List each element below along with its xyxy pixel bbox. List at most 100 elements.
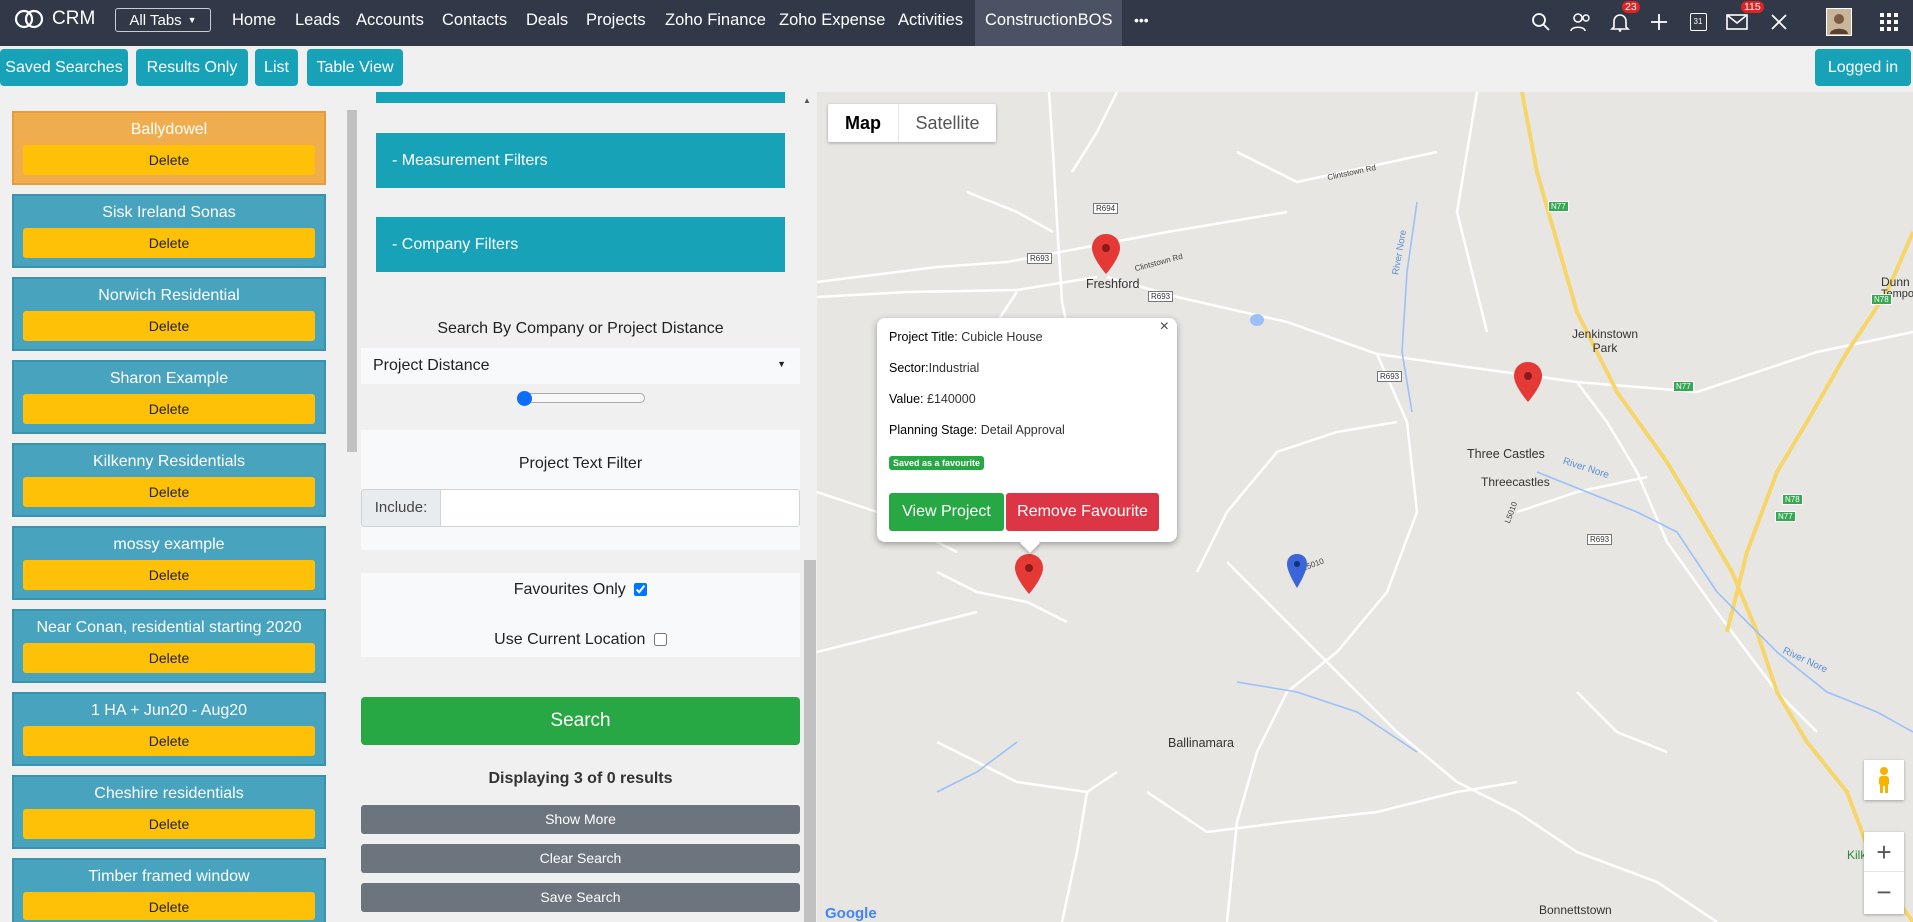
saved-search-item[interactable]: Ballydowel Delete [12,111,326,185]
nav-leads[interactable]: Leads [295,0,340,46]
nav-deals[interactable]: Deals [526,0,568,46]
save-search-button[interactable]: Save Search [361,883,800,912]
plus-icon[interactable] [1647,10,1671,34]
saved-search-name: Timber framed window [88,868,250,885]
saved-search-item[interactable]: Cheshire residentials Delete [12,775,326,849]
delete-button[interactable]: Delete [23,643,315,673]
search-icon[interactable] [1529,10,1553,34]
clear-search-button[interactable]: Clear Search [361,844,800,873]
delete-button[interactable]: Delete [23,145,315,175]
distance-slider-thumb[interactable] [517,391,532,406]
delete-button[interactable]: Delete [23,311,315,341]
delete-button[interactable]: Delete [23,228,315,258]
all-tabs-dropdown[interactable]: All Tabs ▼ [115,8,211,32]
nav-contacts[interactable]: Contacts [442,0,507,46]
saved-search-item[interactable]: Norwich Residential Delete [12,277,326,351]
calendar-icon[interactable]: 31 [1686,10,1710,34]
nav-accounts[interactable]: Accounts [356,0,424,46]
saved-list-scrollbar[interactable] [347,110,357,452]
crm-logo[interactable]: CRM [14,8,95,30]
saved-search-item[interactable]: Near Conan, residential starting 2020 De… [12,609,326,683]
mail-badge: 115 [1741,1,1764,13]
logged-in-button[interactable]: Logged in [1815,49,1911,86]
notifications-badge: 23 [1622,1,1640,13]
map-tab[interactable]: Map [828,104,898,142]
popup-title-value: Cubicle House [961,330,1043,344]
location-row: Use Current Location [361,631,800,649]
view-project-button[interactable]: View Project [889,493,1004,531]
user-avatar[interactable] [1826,8,1852,36]
filter-band-top[interactable] [376,92,785,103]
nav-home[interactable]: Home [232,0,276,46]
results-only-button[interactable]: Results Only [136,49,248,86]
pegman-icon [1879,767,1889,793]
saved-search-item[interactable]: Sharon Example Delete [12,360,326,434]
distance-heading: Search By Company or Project Distance [437,320,724,337]
saved-search-item[interactable]: Kilkenny Residentials Delete [12,443,326,517]
saved-search-item[interactable]: Sisk Ireland Sonas Delete [12,194,326,268]
brand-name: CRM [52,8,96,29]
nav-zoho-finance[interactable]: Zoho Finance [665,0,766,46]
nav-more[interactable]: ••• [1134,0,1149,46]
delete-button[interactable]: Delete [23,477,315,507]
map-marker-red[interactable] [1514,362,1542,402]
saved-searches-button[interactable]: Saved Searches [0,49,128,86]
popup-value-row: Value: £140000 [889,392,976,406]
popup-title-label: Project Title: [889,330,958,344]
tools-icon[interactable] [1767,10,1791,34]
saved-search-name: Ballydowel [130,121,208,138]
zoom-out-button[interactable]: − [1864,872,1904,912]
show-more-button[interactable]: Show More [361,805,800,834]
project-info-popup: × Project Title: Cubicle House Sector:In… [877,318,1177,553]
measurement-filters-toggle[interactable]: - Measurement Filters [376,133,785,188]
app-grid-icon[interactable] [1877,10,1901,34]
street-view-pegman[interactable] [1864,760,1904,800]
contacts-icon[interactable] [1569,10,1593,34]
distance-select[interactable]: Project Distance ▼ [361,348,800,384]
road-label: R694 [1093,203,1119,214]
saved-search-item[interactable]: Timber framed window Delete [12,858,326,922]
popup-stage-value: Detail Approval [980,423,1065,437]
favourites-only-checkbox[interactable] [634,583,648,597]
remove-favourite-button[interactable]: Remove Favourite [1006,493,1159,531]
delete-button[interactable]: Delete [23,726,315,756]
popup-close-button[interactable]: × [1160,318,1169,336]
saved-search-name: Sisk Ireland Sonas [102,204,236,221]
map-marker-red[interactable] [1092,234,1120,274]
map-marker-blue[interactable] [1287,554,1307,588]
saved-search-item[interactable]: 1 HA + Jun20 - Aug20 Delete [12,692,326,766]
satellite-tab[interactable]: Satellite [898,104,996,142]
delete-button[interactable]: Delete [23,560,315,590]
zoom-in-button[interactable]: + [1864,832,1904,872]
nav-zoho-expense[interactable]: Zoho Expense [779,0,885,46]
filter-scrollbar[interactable] [804,560,816,922]
include-input[interactable] [440,489,800,527]
search-button[interactable]: Search [361,697,800,745]
list-button[interactable]: List [255,49,298,86]
nav-constructionbos[interactable]: ConstructionBOS [975,0,1123,46]
crm-logo-icon [14,9,44,29]
mail-icon[interactable]: 115 [1725,1,1764,34]
nav-projects[interactable]: Projects [586,0,646,46]
favourites-row: Favourites Only [361,581,800,599]
popup-stage-label: Planning Stage: [889,423,978,437]
place-label-bonnettstown: Bonnettstown [1539,903,1612,917]
delete-button[interactable]: Delete [23,809,315,839]
use-location-checkbox[interactable] [653,633,667,647]
delete-button[interactable]: Delete [23,892,315,920]
scroll-up-arrow-icon[interactable]: ▲ [803,96,811,105]
table-view-button[interactable]: Table View [307,49,403,86]
saved-search-name: Norwich Residential [98,287,240,304]
bell-icon[interactable]: 23 [1608,1,1640,34]
distance-slider[interactable] [517,393,645,403]
delete-button[interactable]: Delete [23,394,315,424]
saved-search-name: Cheshire residentials [94,785,244,802]
road-label: N78 [1782,494,1803,505]
saved-search-name: Kilkenny Residentials [92,453,246,470]
map-marker-red[interactable] [1015,554,1043,594]
nav-activities[interactable]: Activities [898,0,963,46]
company-filters-toggle[interactable]: - Company Filters [376,217,785,272]
text-filter-heading: Project Text Filter [518,455,643,472]
saved-search-item[interactable]: mossy example Delete [12,526,326,600]
road-label: N77 [1775,511,1796,522]
